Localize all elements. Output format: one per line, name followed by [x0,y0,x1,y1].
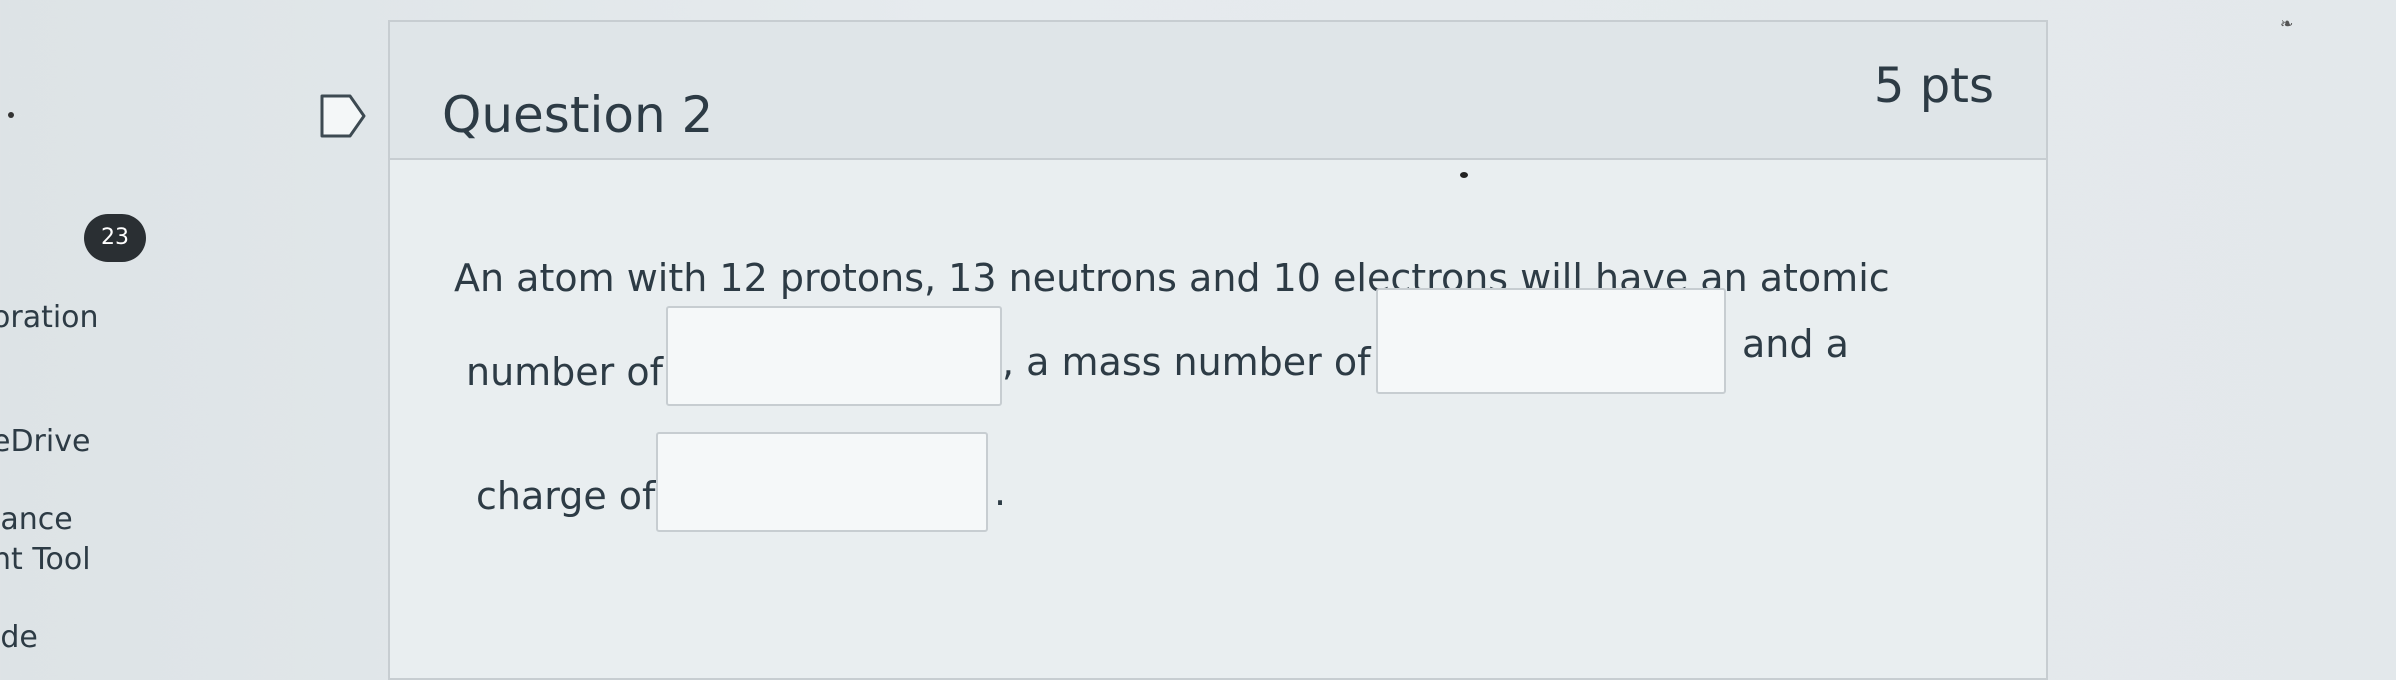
question-header: Question 2 5 pts [390,22,2046,160]
screen-speck [1460,172,1468,178]
mass-number-input[interactable] [1376,288,1726,394]
notification-badge: 23 [84,214,146,262]
question-text-and-a: and a [1742,322,1849,366]
course-navigation: 23 oration eDrive lance nt Tool ide [0,0,200,658]
nav-item-collaboration[interactable]: oration [0,300,99,335]
nav-item-assessment-tool[interactable]: nt Tool [0,542,91,577]
nav-item-attendance[interactable]: lance [0,502,73,537]
atomic-number-input[interactable] [666,306,1002,406]
question-text-period: . [994,470,1007,514]
nav-marker [8,112,14,118]
question-card: Question 2 5 pts An atom with 12 protons… [388,20,2048,680]
nav-item-onedrive[interactable]: eDrive [0,424,90,459]
question-title: Question 2 [442,86,714,144]
question-text-number-of: number of [466,350,664,394]
question-text-mass-number: , a mass number of [1002,340,1371,384]
question-points: 5 pts [1873,58,1994,114]
bookmark-flag-icon[interactable] [318,92,368,140]
nav-item-guide[interactable]: ide [0,620,38,655]
corner-mark: ❧ [2280,14,2294,33]
question-text-charge-of: charge of [476,474,656,518]
charge-input[interactable] [656,432,988,532]
